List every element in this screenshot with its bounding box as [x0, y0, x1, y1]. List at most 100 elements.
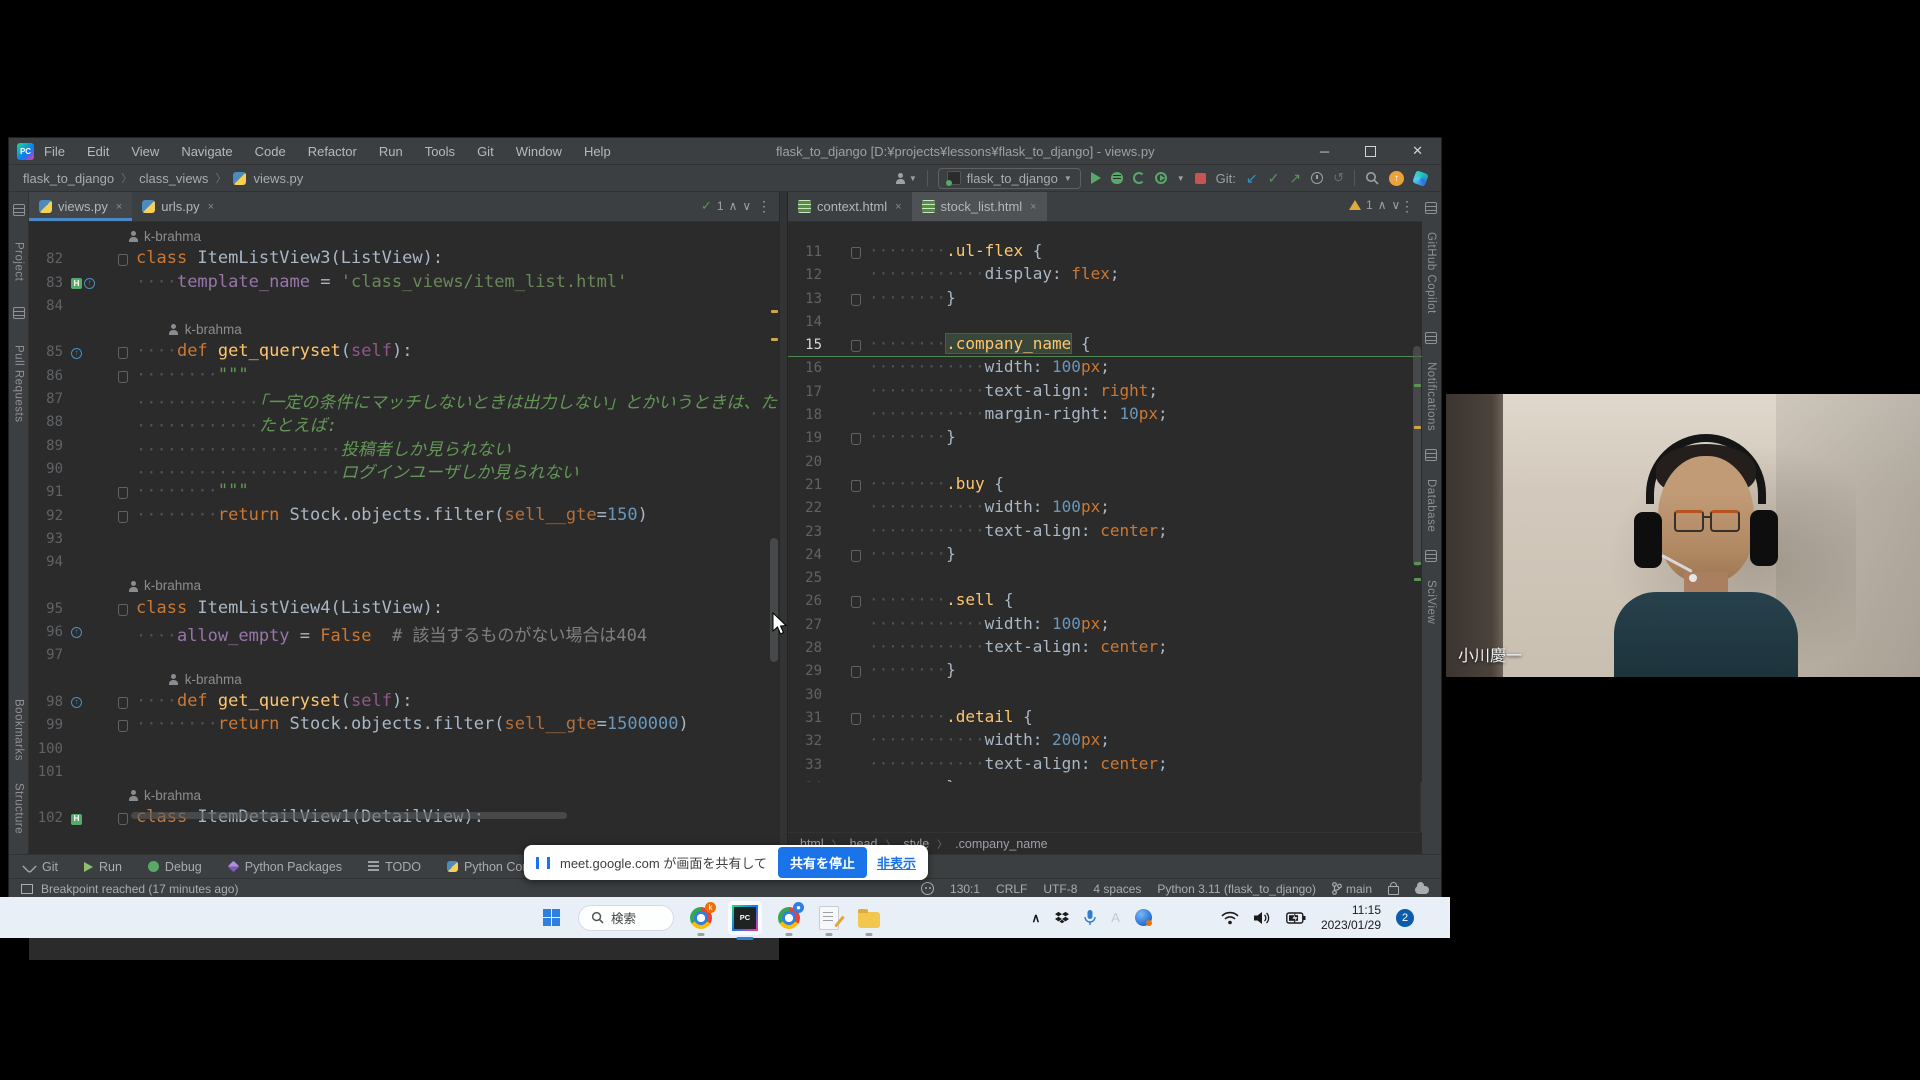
git-commit-button[interactable]: ✓ — [1268, 171, 1280, 185]
taskbar-clock[interactable]: 11:15 2023/01/29 — [1321, 903, 1381, 933]
hide-link[interactable]: 非表示 — [877, 853, 916, 872]
override-icon[interactable]: ↑ — [71, 627, 82, 639]
tab-urls-py[interactable]: urls.py × — [132, 192, 224, 221]
minimize-button[interactable]: ─ — [1320, 144, 1329, 159]
wifi-icon[interactable] — [1221, 911, 1239, 925]
microphone-icon[interactable] — [1084, 909, 1096, 926]
code-with-me-button[interactable]: ▼ — [895, 172, 917, 184]
fold-marker-icon[interactable] — [118, 813, 128, 826]
profile-button[interactable] — [1132, 172, 1145, 184]
debug-button[interactable] — [1110, 172, 1123, 184]
notepad-button[interactable] — [816, 905, 842, 936]
dropbox-icon[interactable] — [1055, 911, 1070, 925]
ime-icon[interactable]: A — [1111, 910, 1120, 925]
toolwindow-run[interactable]: Run — [83, 860, 122, 874]
fold-marker-icon[interactable] — [851, 549, 861, 562]
git-rollback-button[interactable]: ↺ — [1333, 170, 1344, 186]
fold-marker-icon[interactable] — [851, 666, 861, 679]
git-update-button[interactable]: ↙ — [1246, 171, 1258, 185]
taskbar-search[interactable]: 検索 — [578, 904, 674, 931]
fold-marker-icon[interactable] — [851, 433, 861, 446]
tab-stock_list-html[interactable]: stock_list.html × — [911, 192, 1047, 221]
explorer-button[interactable] — [856, 905, 882, 936]
toolwindow-git[interactable]: Git — [22, 859, 58, 874]
menu-item-help[interactable]: Help — [584, 144, 611, 159]
start-button[interactable] — [538, 905, 564, 931]
editor-splitter[interactable] — [779, 192, 788, 898]
fold-marker-icon[interactable] — [118, 347, 128, 360]
search-everywhere-icon[interactable] — [1365, 171, 1379, 185]
notification-badge[interactable]: 2 — [1396, 908, 1414, 927]
status-item[interactable]: CRLF — [996, 882, 1027, 896]
menu-item-window[interactable]: Window — [516, 144, 562, 159]
fold-marker-icon[interactable] — [118, 696, 128, 709]
menu-item-refactor[interactable]: Refactor — [308, 144, 357, 159]
override-icon[interactable]: ↑ — [84, 277, 95, 289]
left-editor-hscrollbar[interactable] — [131, 812, 567, 819]
tab-close-icon[interactable]: × — [208, 201, 214, 213]
stripe-item-github-copilot[interactable]: GitHub Copilot — [1425, 232, 1437, 314]
breadcrumb[interactable]: flask_to_django 〉 class_views 〉 views.py — [23, 170, 303, 186]
fold-marker-icon[interactable] — [118, 370, 128, 383]
fold-marker-icon[interactable] — [118, 603, 128, 616]
breadcrumb-item[interactable]: class_views — [139, 171, 208, 186]
editor-stock-list-html[interactable]: 11 ········.ul-flex {12 ············displa… — [788, 222, 1422, 782]
menu-item-navigate[interactable]: Navigate — [181, 144, 232, 159]
fold-marker-icon[interactable] — [118, 487, 128, 500]
tab-close-icon[interactable]: × — [116, 201, 122, 213]
stripe-item-sciview[interactable]: SciView — [1425, 580, 1437, 624]
menu-item-file[interactable]: File — [44, 144, 65, 159]
toolwindow-python-packages[interactable]: Python Packages — [227, 860, 342, 874]
upgrade-icon[interactable]: ↑ — [1389, 170, 1404, 186]
tab-options-icon[interactable]: ⋮ — [757, 198, 771, 215]
lock-icon[interactable] — [1388, 882, 1399, 895]
fold-marker-icon[interactable] — [851, 479, 861, 492]
override-icon[interactable]: ↑ — [71, 697, 82, 709]
stop-sharing-button[interactable]: 共有を停止 — [777, 847, 867, 878]
fold-marker-icon[interactable] — [851, 340, 861, 353]
tab-views-py[interactable]: views.py × — [29, 192, 133, 221]
menu-item-run[interactable]: Run — [379, 144, 403, 159]
breadcrumb-item[interactable]: views.py — [253, 171, 303, 186]
breadcrumb-item[interactable]: .company_name — [955, 837, 1047, 851]
chrome-profile2-button[interactable]: ● — [776, 901, 804, 936]
fold-marker-icon[interactable] — [851, 247, 861, 259]
app-sphere-icon[interactable] — [1134, 909, 1152, 926]
toolwindow-todo[interactable]: TODO — [368, 860, 421, 874]
stripe-item-structure[interactable]: Structure — [13, 783, 25, 834]
run-configuration-select[interactable]: flask_to_django ▼ — [937, 167, 1081, 189]
fold-marker-icon[interactable] — [851, 596, 861, 609]
stripe-item-pull-requests[interactable]: Pull Requests — [13, 345, 25, 422]
left-editor-vscrollbar[interactable] — [770, 538, 778, 662]
status-item[interactable]: UTF-8 — [1043, 882, 1077, 896]
menu-item-view[interactable]: View — [131, 144, 159, 159]
run-button[interactable] — [1090, 172, 1101, 184]
toolwindow-debug[interactable]: Debug — [147, 860, 202, 874]
stripe-item-project[interactable]: Project — [13, 242, 25, 281]
fold-marker-icon[interactable] — [118, 254, 128, 267]
left-inspections-widget[interactable]: ✓ 1 ∧ ∨ — [701, 198, 751, 214]
coverage-button[interactable] — [1154, 172, 1167, 184]
status-item[interactable]: 4 spaces — [1093, 882, 1141, 896]
stripe-item-bookmarks[interactable]: Bookmarks — [13, 699, 25, 761]
menu-item-code[interactable]: Code — [255, 144, 286, 159]
menu-item-git[interactable]: Git — [477, 144, 494, 159]
tab-context-html[interactable]: context.html × — [788, 192, 912, 221]
chrome-profile1-button[interactable]: k — [688, 901, 716, 936]
maximize-button[interactable] — [1365, 145, 1377, 157]
fold-marker-icon[interactable] — [118, 720, 128, 733]
tray-expand-icon[interactable]: ∧ — [1031, 911, 1040, 925]
menu-item-tools[interactable]: Tools — [425, 144, 455, 159]
stripe-item-database[interactable]: Database — [1425, 479, 1437, 532]
right-inspections-widget[interactable]: 1 ∧ ∨ — [1349, 198, 1400, 212]
status-item[interactable]: Python 3.11 (flask_to_django) — [1157, 882, 1316, 896]
method-marker-icon[interactable]: H — [71, 277, 82, 289]
close-button[interactable]: ✕ — [1412, 143, 1423, 159]
status-item[interactable]: 130:1 — [950, 882, 980, 896]
right-editor-vscrollbar[interactable] — [1413, 346, 1421, 566]
cloud-icon[interactable] — [1415, 882, 1429, 894]
menu-item-edit[interactable]: Edit — [87, 144, 109, 159]
stop-button[interactable] — [1194, 172, 1206, 184]
tab-options-icon[interactable]: ⋮ — [1400, 198, 1414, 215]
pycharm-taskbar-button[interactable]: PC — [728, 900, 762, 940]
